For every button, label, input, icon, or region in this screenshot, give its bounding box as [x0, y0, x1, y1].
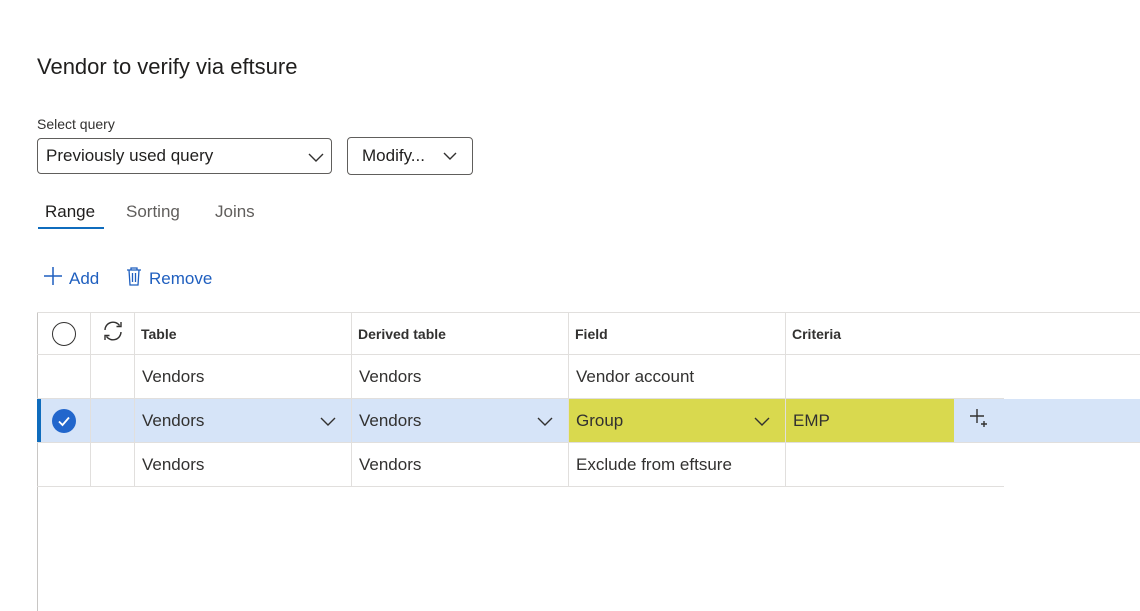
- add-icon: [43, 266, 69, 291]
- refresh-icon[interactable]: [101, 319, 125, 348]
- grid-header-row: Table Derived table Field Criteria: [37, 312, 1140, 355]
- add-button[interactable]: Add: [43, 266, 99, 291]
- trash-icon: [125, 266, 149, 291]
- table-select[interactable]: Vendors: [135, 399, 352, 442]
- row-select-cell[interactable]: [37, 355, 91, 398]
- chevron-down-icon: [442, 148, 458, 169]
- chevron-down-icon[interactable]: [753, 412, 771, 435]
- table-row-selected[interactable]: Vendors Vendors Group EMP: [37, 399, 1140, 443]
- add-criteria-icon[interactable]: [969, 408, 989, 433]
- modify-label: Modify...: [362, 146, 425, 165]
- checkmark-icon[interactable]: [51, 408, 76, 433]
- column-header-table[interactable]: Table: [135, 313, 352, 354]
- modify-button[interactable]: Modify...: [347, 137, 473, 175]
- derived-table-select[interactable]: Vendors: [352, 399, 569, 442]
- cell-derived-table: Vendors: [359, 410, 422, 430]
- cell-field[interactable]: Vendor account: [569, 355, 786, 398]
- remove-button[interactable]: Remove: [125, 266, 212, 291]
- cell-table[interactable]: Vendors: [135, 443, 352, 486]
- cell-table: Vendors: [142, 410, 205, 430]
- column-header-criteria[interactable]: Criteria: [786, 313, 1140, 354]
- chevron-down-icon: [307, 148, 325, 171]
- column-header-field[interactable]: Field: [569, 313, 786, 354]
- cell-table[interactable]: Vendors: [135, 355, 352, 398]
- criteria-input[interactable]: EMP: [786, 399, 954, 442]
- tab-sorting[interactable]: Sorting: [126, 202, 180, 222]
- table-row[interactable]: Vendors Vendors Vendor account: [37, 355, 1004, 399]
- cell-derived-table[interactable]: Vendors: [352, 443, 569, 486]
- add-label: Add: [69, 268, 100, 288]
- select-query-value: Previously used query: [46, 146, 214, 165]
- cell-criteria[interactable]: [786, 443, 1004, 486]
- remove-label: Remove: [149, 268, 213, 288]
- select-query-dropdown[interactable]: Previously used query: [37, 138, 332, 174]
- row-select-cell[interactable]: [37, 399, 91, 442]
- active-tab-indicator: [38, 227, 104, 229]
- select-all-cell[interactable]: [37, 313, 91, 354]
- chevron-down-icon[interactable]: [536, 412, 554, 435]
- field-select[interactable]: Group: [569, 399, 786, 442]
- column-header-derived-table[interactable]: Derived table: [352, 313, 569, 354]
- row-spacer-cell: [91, 355, 135, 398]
- select-query-label: Select query: [37, 116, 115, 132]
- cell-field[interactable]: Exclude from eftsure: [569, 443, 786, 486]
- range-grid: Table Derived table Field Criteria Vendo…: [37, 312, 1140, 611]
- row-spacer-cell: [91, 443, 135, 486]
- table-row[interactable]: Vendors Vendors Exclude from eftsure: [37, 443, 1004, 487]
- tab-range[interactable]: Range: [45, 202, 95, 222]
- select-all-circle-icon[interactable]: [51, 321, 76, 346]
- chevron-down-icon[interactable]: [319, 412, 337, 435]
- refresh-cell[interactable]: [91, 313, 135, 354]
- cell-criteria[interactable]: [786, 355, 1004, 398]
- page-title: Vendor to verify via eftsure: [37, 54, 298, 79]
- criteria-lookup-button[interactable]: [954, 399, 1004, 442]
- row-spacer-cell: [91, 399, 135, 442]
- cell-derived-table[interactable]: Vendors: [352, 355, 569, 398]
- cell-criteria: EMP: [793, 410, 830, 430]
- row-select-cell[interactable]: [37, 443, 91, 486]
- cell-field: Group: [576, 410, 624, 430]
- tab-joins[interactable]: Joins: [215, 202, 255, 222]
